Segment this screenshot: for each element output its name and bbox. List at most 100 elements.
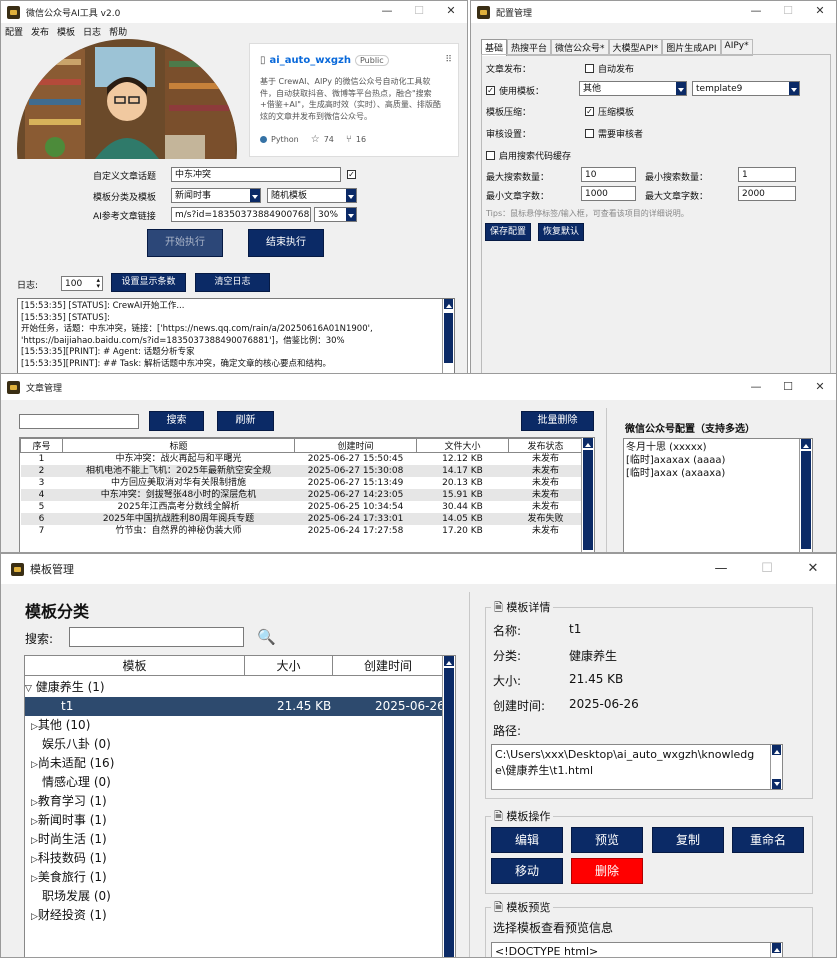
table-row[interactable]: 5 2025年江西高考分数线全解析 2025-06-25 10:34:54 30.44… bbox=[21, 501, 583, 513]
tree-category[interactable]: ▷时尚生活 (1) bbox=[31, 830, 441, 849]
rename-button[interactable]: 重命名 bbox=[732, 827, 804, 853]
category-select[interactable]: 新闻时事 bbox=[171, 188, 261, 203]
article-refresh-button[interactable]: 刷新 bbox=[217, 411, 274, 431]
menu-item-template[interactable]: 模板 bbox=[57, 25, 75, 38]
column-header[interactable]: 文件大小 bbox=[416, 438, 509, 453]
tree-category[interactable]: ▷美食旅行 (1) bbox=[31, 868, 441, 887]
menu-item-help[interactable]: 帮助 bbox=[109, 25, 127, 38]
column-header[interactable]: 发布状态 bbox=[508, 438, 583, 453]
template-select[interactable]: 随机模板 bbox=[267, 188, 357, 203]
close-icon[interactable]: ✕ bbox=[435, 1, 467, 23]
close-icon[interactable]: ✕ bbox=[804, 1, 836, 23]
preview-button[interactable]: 预览 bbox=[571, 827, 643, 853]
close-icon[interactable]: ✕ bbox=[790, 554, 836, 584]
tree-category[interactable]: ▷新闻时事 (1) bbox=[31, 811, 441, 830]
maximize-icon[interactable]: ☐ bbox=[772, 374, 804, 400]
template-search-input[interactable] bbox=[69, 627, 244, 647]
cache-checkbox[interactable]: 启用搜索代码缓存 bbox=[486, 149, 571, 162]
column-header[interactable]: 创建时间 bbox=[294, 438, 417, 453]
table-row[interactable]: 7 竹节虫：自然界的神秘伪装大师 2025-06-24 17:27:58 17.20 … bbox=[21, 525, 583, 537]
minimize-icon[interactable]: — bbox=[371, 1, 403, 23]
column-header[interactable]: 模板 bbox=[25, 656, 245, 675]
preview-scrollbar[interactable] bbox=[770, 943, 782, 957]
topic-input[interactable]: 中东冲突 bbox=[171, 167, 341, 182]
review-checkbox[interactable]: 需要审核者 bbox=[585, 127, 643, 140]
wechat-account-list[interactable]: 冬月十思 (xxxxx) [临时]axaxax (aaaa) [临时]axax … bbox=[623, 438, 813, 552]
tree-category[interactable]: ▷尚未适配 (16) bbox=[31, 754, 441, 773]
table-row[interactable]: 3 中方回应美取消对华有关限制措施 2025-06-27 15:13:49 20.13… bbox=[21, 477, 583, 489]
reference-url-input[interactable]: m/s?id=1835037388490076881 bbox=[171, 207, 311, 222]
table-row[interactable]: 4 中东冲突：剑拔弩张48小时的深层危机 2025-06-27 14:23:05 15… bbox=[20, 489, 583, 501]
column-header[interactable]: 创建时间 bbox=[333, 656, 443, 675]
expand-icon[interactable]: ▷ bbox=[31, 855, 38, 865]
list-item[interactable]: [临时]axaxax (aaaa) bbox=[626, 454, 810, 467]
maximize-icon[interactable]: ☐ bbox=[772, 1, 804, 23]
tree-category[interactable]: ▽ 健康养生 (1) bbox=[25, 678, 441, 697]
minimize-icon[interactable]: — bbox=[740, 374, 772, 400]
expand-icon[interactable]: ▽ bbox=[25, 684, 32, 694]
search-icon[interactable]: 🔍 bbox=[257, 628, 276, 646]
tree-category[interactable]: ▷科技数码 (1) bbox=[31, 849, 441, 868]
batch-delete-button[interactable]: 批量删除 bbox=[521, 411, 594, 431]
auto-publish-checkbox[interactable]: 自动发布 bbox=[585, 62, 634, 75]
repo-name[interactable]: ai_auto_wxgzh bbox=[270, 55, 351, 66]
article-search-input[interactable] bbox=[19, 414, 139, 429]
log-scrollbar[interactable] bbox=[442, 299, 454, 374]
preview-code-box[interactable]: <!DOCTYPE html> bbox=[491, 942, 783, 957]
template-category-select[interactable]: 其他 bbox=[579, 81, 687, 96]
path-textbox[interactable]: C:\Users\xxx\Desktop\ai_auto_wxgzh\knowl… bbox=[491, 744, 783, 790]
clear-log-button[interactable]: 清空日志 bbox=[195, 273, 270, 292]
tree-category[interactable]: ▷其他 (10) bbox=[31, 716, 441, 735]
copy-button[interactable]: 复制 bbox=[652, 827, 724, 853]
list-item[interactable]: [临时]axax (axaaxa) bbox=[626, 467, 810, 480]
column-header[interactable]: 序号 bbox=[20, 438, 63, 453]
min-search-input[interactable]: 1 bbox=[738, 167, 796, 182]
edit-button[interactable]: 编辑 bbox=[491, 827, 563, 853]
max-search-input[interactable]: 10 bbox=[581, 167, 636, 182]
minimize-icon[interactable]: — bbox=[698, 554, 744, 584]
expand-icon[interactable]: ▷ bbox=[31, 836, 38, 846]
list-item[interactable]: 冬月十思 (xxxxx) bbox=[626, 441, 810, 454]
topic-checkbox[interactable]: ✓ bbox=[347, 170, 360, 179]
expand-icon[interactable]: ▷ bbox=[31, 722, 38, 732]
article-search-button[interactable]: 搜索 bbox=[149, 411, 204, 431]
compress-checkbox[interactable]: ✓ 压缩模板 bbox=[585, 105, 634, 118]
move-button[interactable]: 移动 bbox=[491, 858, 563, 884]
min-words-input[interactable]: 1000 bbox=[581, 186, 636, 201]
maximize-icon[interactable]: ☐ bbox=[403, 1, 435, 23]
column-header[interactable]: 大小 bbox=[245, 656, 333, 675]
minimize-icon[interactable]: — bbox=[740, 1, 772, 23]
delete-button[interactable]: 删除 bbox=[571, 858, 643, 884]
tree-category[interactable]: ▷财经投资 (1) bbox=[31, 906, 441, 925]
repo-menu-icon[interactable]: ⠿ bbox=[445, 55, 452, 65]
tree-category[interactable]: 娱乐八卦 (0) bbox=[42, 735, 441, 754]
reset-default-button[interactable]: 恢复默认 bbox=[538, 223, 584, 241]
expand-icon[interactable]: ▷ bbox=[31, 817, 38, 827]
expand-icon[interactable]: ▷ bbox=[31, 874, 38, 884]
expand-icon[interactable]: ▷ bbox=[31, 912, 38, 922]
log-count-spinner[interactable]: 100 ▴ ▾ bbox=[61, 276, 103, 291]
start-button[interactable]: 开始执行 bbox=[147, 229, 223, 257]
article-table-scrollbar[interactable] bbox=[581, 438, 594, 552]
table-row[interactable]: 1 中东冲突：战火再起与和平曙光 2025-06-27 15:50:45 12.12 … bbox=[21, 453, 583, 466]
max-words-input[interactable]: 2000 bbox=[738, 186, 796, 201]
wechat-list-scrollbar[interactable] bbox=[799, 439, 812, 552]
tree-category[interactable]: 情感心理 (0) bbox=[42, 773, 441, 792]
menu-item-publish[interactable]: 发布 bbox=[31, 25, 49, 38]
expand-icon[interactable]: ▷ bbox=[31, 798, 38, 808]
menu-item-config[interactable]: 配置 bbox=[5, 25, 23, 38]
tree-category[interactable]: ▷教育学习 (1) bbox=[31, 792, 441, 811]
table-row[interactable]: 2 相机电池不能上飞机：2025年最新航空安全规 2025-06-27 15:30:… bbox=[20, 465, 583, 477]
use-template-checkbox[interactable]: ✓ 使用模板： bbox=[486, 84, 544, 97]
template-tree-scrollbar[interactable] bbox=[442, 656, 455, 957]
reference-ratio-select[interactable]: 30% bbox=[314, 207, 357, 222]
tree-item-t1[interactable]: t1 21.45 KB 2025-06-26 bbox=[25, 697, 445, 716]
tree-category[interactable]: 职场发展 (0) bbox=[42, 887, 441, 906]
table-row[interactable]: 6 2025年中国抗战胜利80周年阅兵专题 2025-06-24 17:33:01 1… bbox=[20, 513, 583, 525]
menu-item-log[interactable]: 日志 bbox=[83, 25, 101, 38]
maximize-icon[interactable]: ☐ bbox=[744, 554, 790, 584]
save-config-button[interactable]: 保存配置 bbox=[485, 223, 531, 241]
path-scrollbar[interactable] bbox=[770, 745, 782, 789]
set-log-count-button[interactable]: 设置显示条数 bbox=[111, 273, 186, 292]
column-header[interactable]: 标题 bbox=[62, 438, 295, 453]
